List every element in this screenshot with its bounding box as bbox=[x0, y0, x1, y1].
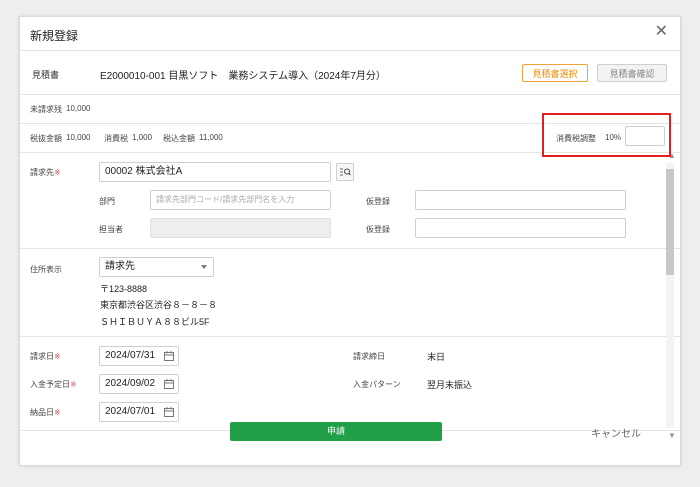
delivery-date-input[interactable]: 2024/07/01 bbox=[99, 402, 179, 422]
divider-1 bbox=[20, 94, 680, 95]
unbilled-label: 未請求残 bbox=[30, 105, 62, 114]
payment-date-value: 2024/09/02 bbox=[105, 378, 156, 389]
divider-4 bbox=[20, 248, 680, 249]
submit-button[interactable]: 申請 bbox=[230, 422, 442, 441]
pattern-label: 入金パターン bbox=[353, 380, 401, 389]
billing-date-label: 請求日※ bbox=[30, 352, 61, 361]
dept-input[interactable]: 請求先部門コード/請求先部門名を入力 bbox=[150, 190, 331, 210]
header-divider bbox=[20, 50, 680, 51]
unbilled-value: 10,000 bbox=[66, 104, 91, 113]
temp2-input[interactable] bbox=[415, 218, 626, 238]
pretax-label: 税抜金額 bbox=[30, 134, 62, 143]
taxin-value: 11,000 bbox=[199, 133, 223, 142]
tax-value: 1,000 bbox=[132, 133, 153, 142]
tax-label: 消費税 bbox=[104, 134, 128, 143]
dept-label: 部門 bbox=[99, 197, 115, 206]
closing-label: 請求締日 bbox=[353, 352, 385, 361]
person-label: 担当者 bbox=[99, 225, 123, 234]
person-input bbox=[150, 218, 331, 238]
estimate-confirm-button[interactable]: 見積書確認 bbox=[597, 64, 667, 82]
pretax-value: 10,000 bbox=[66, 133, 91, 142]
temp1-label: 仮登録 bbox=[366, 197, 390, 206]
cancel-button[interactable]: キャンセル bbox=[591, 425, 641, 440]
calendar-icon[interactable] bbox=[164, 407, 174, 417]
scroll-down-icon[interactable]: ▼ bbox=[668, 431, 676, 440]
chevron-down-icon bbox=[201, 265, 207, 269]
payment-date-label: 入金予定日※ bbox=[30, 380, 77, 389]
taxin-label: 税込金額 bbox=[163, 134, 195, 143]
modal-title: 新規登録 bbox=[30, 29, 79, 43]
billing-label: 請求先※ bbox=[30, 168, 61, 177]
delivery-date-label: 納品日※ bbox=[30, 408, 61, 417]
billing-input[interactable]: 00002 株式会社A bbox=[99, 162, 331, 182]
address-line2: ＳＨＩＢＵＹＡ８８ビル5F bbox=[100, 317, 210, 327]
delivery-date-value: 2024/07/01 bbox=[105, 406, 156, 417]
scrollbar-thumb[interactable] bbox=[666, 169, 674, 275]
calendar-icon[interactable] bbox=[164, 351, 174, 361]
search-list-icon[interactable] bbox=[336, 163, 354, 181]
address-line1: 東京都渋谷区渋谷８－８－８ bbox=[100, 300, 218, 310]
new-registration-modal: 新規登録 ✕ 見積書 E2000010-001 目黒ソフト 業務システム導入（2… bbox=[19, 16, 681, 466]
temp1-input[interactable] bbox=[415, 190, 626, 210]
estimate-value: E2000010-001 目黒ソフト 業務システム導入（2024年7月分） bbox=[100, 71, 386, 82]
pattern-value: 翌月末振込 bbox=[427, 380, 473, 390]
temp2-label: 仮登録 bbox=[366, 225, 390, 234]
address-select-value: 請求先 bbox=[105, 261, 135, 272]
calendar-icon[interactable] bbox=[164, 379, 174, 389]
payment-date-input[interactable]: 2024/09/02 bbox=[99, 374, 179, 394]
address-label: 住所表示 bbox=[30, 265, 62, 274]
divider-5 bbox=[20, 336, 680, 337]
billing-date-value: 2024/07/31 bbox=[105, 350, 156, 361]
highlight-box bbox=[542, 113, 671, 157]
closing-value: 末日 bbox=[427, 352, 446, 362]
billing-date-input[interactable]: 2024/07/31 bbox=[99, 346, 179, 366]
address-postal: 〒123-8888 bbox=[100, 284, 148, 294]
estimate-label: 見積書 bbox=[32, 70, 60, 80]
estimate-select-button[interactable]: 見積書選択 bbox=[522, 64, 588, 82]
close-icon[interactable]: ✕ bbox=[655, 24, 668, 40]
address-select[interactable]: 請求先 bbox=[99, 257, 214, 277]
